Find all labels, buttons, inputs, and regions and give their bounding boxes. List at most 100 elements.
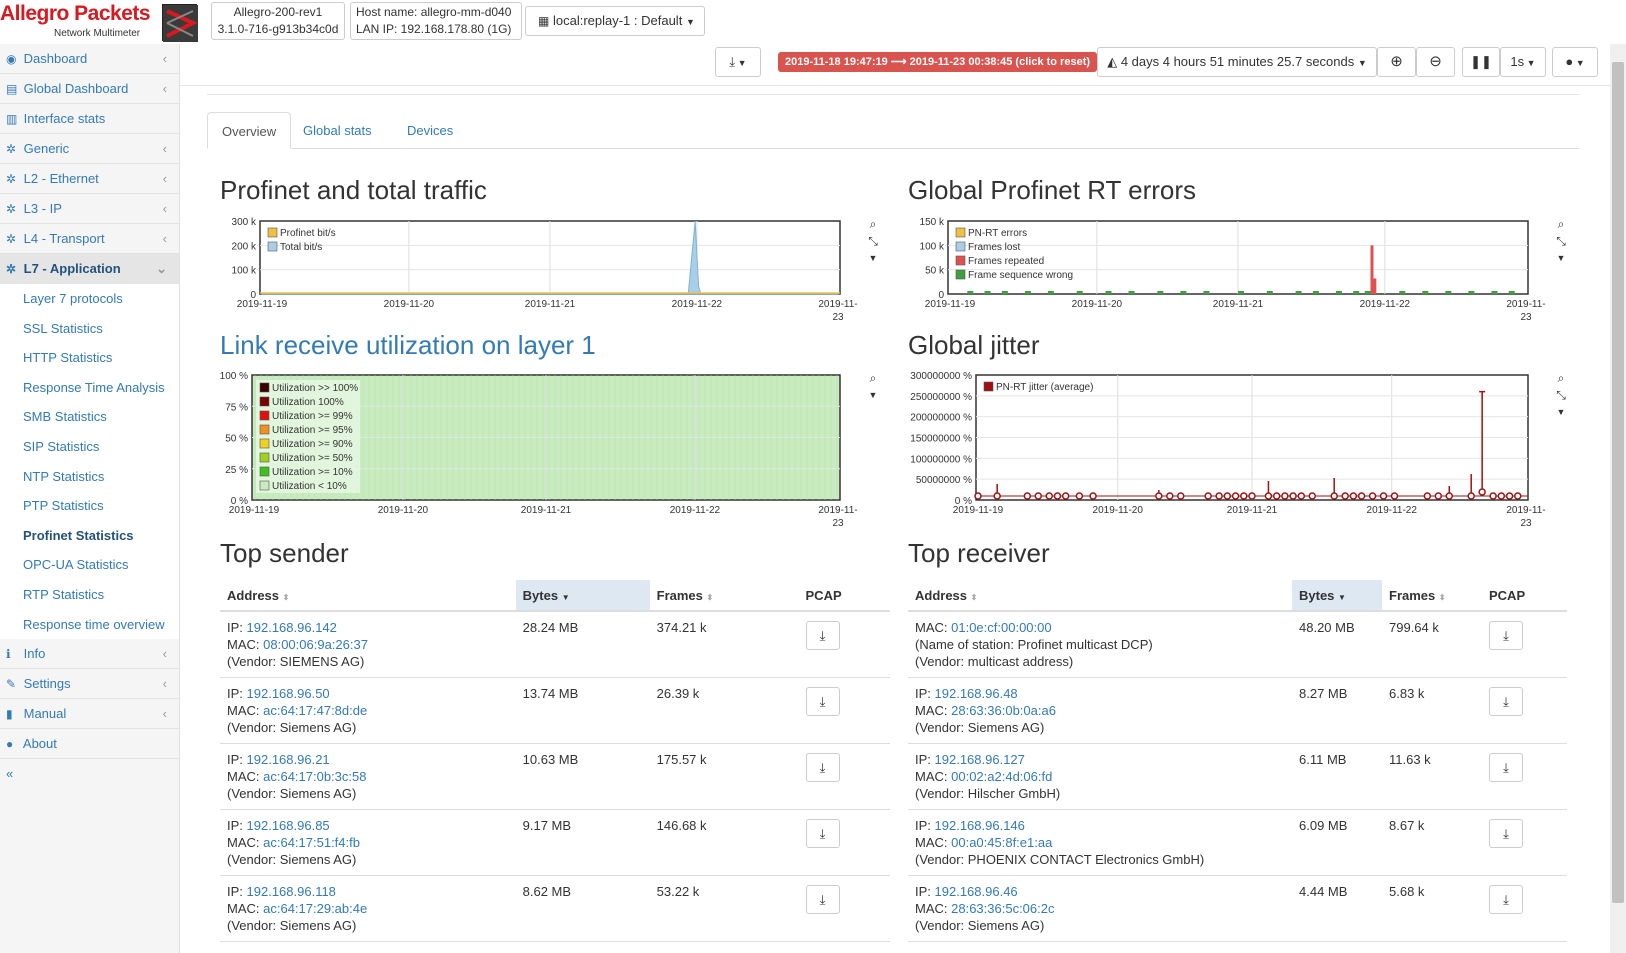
pcap-download-button[interactable]: ⤓ [1489,884,1523,914]
pcap-download-button[interactable]: ⤓ [805,818,840,848]
pcap-download-button[interactable]: ⤓ [1489,621,1523,650]
x-tick-label: 2019-11-20 [378,505,429,516]
mac-link[interactable]: ac:64:17:51:f4:fb [263,835,360,850]
utilization-chart[interactable]: 2019-11-19 2019-11-20 2019-11-21 2019-11-22… [220,371,860,536]
address-link[interactable]: 192.168.96.118 [247,884,336,899]
address-link[interactable]: 192.168.96.48 [935,686,1018,701]
address-link[interactable]: 192.168.96.21 [247,752,330,767]
mac-link[interactable]: ac:64:17:0b:3c:58 [263,769,366,784]
column-header-label: Address [915,587,968,603]
legend-swatch [259,438,270,449]
sidebar-item-about[interactable]: ● About [0,729,179,760]
sidebar-subitem-response-time-analysis[interactable]: Response Time Analysis [0,372,179,403]
mac-link[interactable]: ac:64:17:47:8d:de [263,703,367,718]
sidebar-subitem-rtp-statistics[interactable]: RTP Statistics [0,579,179,610]
scrollbar-thumb[interactable] [1612,62,1624,903]
sidebar-item-manual[interactable]: ▮ Manual ‹ [0,699,179,730]
sidebar-item-info[interactable]: ℹ Info ‹ [0,639,179,670]
pcap-download-button[interactable]: ⤓ [1489,818,1523,848]
pcap-download-button[interactable]: ⤓ [1489,752,1523,782]
sidebar-item-generic[interactable]: ✲ Generic ‹ [0,134,179,164]
replay-selector-button[interactable]: ▦ local:replay-1 : Default ▼ [525,6,705,36]
sidebar-subitem-ntp-statistics[interactable]: NTP Statistics [0,461,179,492]
mac-link[interactable]: ac:64:17:29:ab:4e [263,901,367,916]
time-range-reset-badge[interactable]: 2019-11-18 19:47:19 ⟶ 2019-11-23 00:38:4… [778,52,1098,72]
interval-button[interactable]: 1s ▼ [1500,47,1546,77]
sidebar-subitem-opc-ua-statistics[interactable]: OPC-UA Statistics [0,550,179,580]
sidebar-subitem-ssl-statistics[interactable]: SSL Statistics [0,313,179,344]
sidebar-item-interface-stats[interactable]: ▥ Interface stats [0,104,179,134]
pcap-download-button[interactable]: ⤓ [805,884,840,914]
zoom-icon[interactable]: ⌕ [866,370,880,387]
user-menu-button[interactable]: ● ▼ [1552,47,1598,77]
logo[interactable]: Allegro Packets Network Multimeter [0,2,200,42]
address-link[interactable]: 192.168.96.50 [247,686,330,701]
pcap-download-button[interactable]: ⤓ [1489,686,1523,716]
duration-button[interactable]: ◭ 4 days 4 hours 51 minutes 25.7 seconds… [1097,47,1377,77]
address-link[interactable]: 192.168.96.127 [935,752,1025,767]
reset-zoom-icon[interactable]: ⤡ [1554,387,1568,404]
caret-down-icon[interactable]: ▼ [1554,404,1568,421]
caret-down-icon[interactable]: ▼ [866,250,880,267]
sidebar-subitem-http-statistics[interactable]: HTTP Statistics [0,343,179,373]
mac-link[interactable]: 00:a0:45:8f:e1:aa [951,835,1052,850]
sidebar-subitem-smb-statistics[interactable]: SMB Statistics [0,402,179,432]
utilization-chart-title[interactable]: Link receive utilization on layer 1 [220,330,596,361]
sidebar-item-l7-application[interactable]: ✲ L7 - Application ⌄ [0,254,179,284]
sidebar-item-settings[interactable]: ✎ Settings ‹ [0,669,179,700]
traffic-chart[interactable]: 2019-11-19 2019-11-20 2019-11-21 2019-11-22… [220,217,860,332]
x-tick-label: 2019-11- [1506,505,1545,516]
sidebar-item-dashboard[interactable]: ◉ Dashboard ‹ [0,44,179,74]
address-link[interactable]: 01:0e:cf:00:00:00 [951,620,1051,635]
sidebar-subitem-sip-statistics[interactable]: SIP Statistics [0,431,179,462]
sidebar-item-global-dashboard[interactable]: ▤ Global Dashboard ‹ [0,74,179,104]
pcap-download-button[interactable]: ⤓ [805,686,840,716]
caret-down-icon[interactable]: ▼ [866,387,880,404]
pcap-download-button[interactable]: ⤓ [805,752,840,782]
caret-down-icon: ▼ [685,17,695,27]
tab-global-stats[interactable]: Global stats [289,112,386,149]
mac-link[interactable]: 00:02:a2:4d:06:fd [951,769,1052,784]
sidebar-item-l3-ip[interactable]: ✲ L3 - IP ‹ [0,194,179,224]
address-link[interactable]: 192.168.96.146 [935,818,1025,833]
address-link[interactable]: 192.168.96.85 [247,818,330,833]
zoom-icon[interactable]: ⌕ [866,216,880,233]
sidebar-item-l2-ethernet[interactable]: ✲ L2 - Ethernet ‹ [0,164,179,194]
zoom-icon[interactable]: ⌕ [1554,216,1568,233]
column-header-address[interactable]: Address ⬍ [220,580,516,612]
tab-overview[interactable]: Overview [207,112,292,149]
mac-link[interactable]: 28:63:36:5c:06:2c [951,901,1054,916]
zoom-out-button[interactable]: ⊖ [1416,47,1455,77]
reset-zoom-icon[interactable]: ⤡ [866,233,880,250]
column-header-frames[interactable]: Frames ⬍ [649,580,799,612]
mac-line: MAC: 00:a0:45:8f:e1:aa [915,834,1285,851]
column-header-address[interactable]: Address ⬍ [908,580,1292,612]
address-link[interactable]: 192.168.96.142 [247,620,337,635]
tab-bar: Overview Global stats Devices [207,112,1579,149]
mac-link[interactable]: 28:63:36:0b:0a:a6 [951,703,1056,718]
pcap-download-button[interactable]: ⤓ [805,621,840,650]
zoom-in-button[interactable]: ⊕ [1377,47,1416,77]
pause-button[interactable]: ❚❚ [1462,47,1500,77]
y-tick-label: 0 [938,290,944,301]
column-header-bytes[interactable]: Bytes ▼ [515,580,650,612]
sidebar-subitem-response-time-overview[interactable]: Response time overview [0,609,179,640]
errors-chart[interactable]: 2019-11-19 2019-11-20 2019-11-21 2019-11-22… [908,217,1548,332]
sidebar-item-l4-transport[interactable]: ✲ L4 - Transport ‹ [0,224,179,254]
mac-link[interactable]: 08:00:06:9a:26:37 [263,637,368,652]
sidebar-item-label: L2 - Ethernet [23,171,99,186]
reset-zoom-icon[interactable]: ⤡ [1554,233,1568,250]
sidebar-subitem-ptp-statistics[interactable]: PTP Statistics [0,491,179,521]
tab-devices[interactable]: Devices [393,112,467,149]
download-menu-button[interactable]: ⤓ ▼ [715,47,761,77]
address-link[interactable]: 192.168.96.46 [935,884,1018,899]
caret-down-icon[interactable]: ▼ [1554,250,1568,267]
zoom-icon[interactable]: ⌕ [1554,370,1568,387]
data-point [1061,492,1070,500]
sidebar-subitem-profinet-statistics[interactable]: Profinet Statistics [0,520,179,551]
column-header-bytes[interactable]: Bytes ▼ [1292,580,1382,612]
jitter-chart[interactable]: 2019-11-19 2019-11-20 2019-11-21 2019-11-22… [908,371,1548,536]
sidebar-collapse-button[interactable]: « [0,759,179,789]
column-header-frames[interactable]: Frames ⬍ [1382,580,1482,612]
sidebar-subitem-layer-7-protocols[interactable]: Layer 7 protocols [0,284,179,314]
